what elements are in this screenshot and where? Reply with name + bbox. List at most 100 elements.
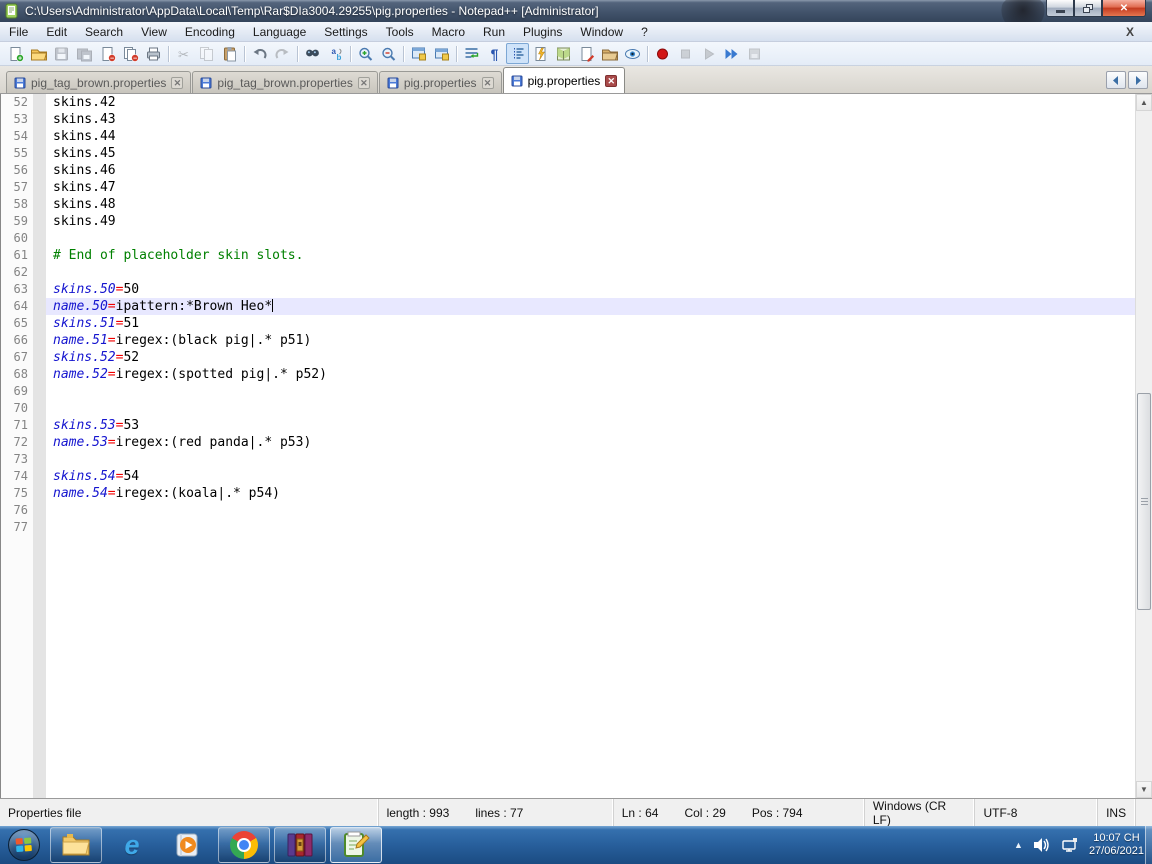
tab-close-icon[interactable]: ✕	[171, 76, 184, 89]
restore-button[interactable]	[1074, 0, 1102, 17]
taskbar-item-internet-explorer[interactable]: e	[106, 827, 158, 863]
taskbar-item-media-player[interactable]	[162, 827, 214, 863]
menu-item-encoding[interactable]: Encoding	[176, 23, 244, 41]
menu-item-macro[interactable]: Macro	[423, 23, 474, 41]
code-line[interactable]: 73	[1, 451, 1135, 468]
scrollbar-track[interactable]	[1136, 111, 1152, 781]
scroll-up-button[interactable]: ▲	[1136, 94, 1152, 111]
zoom-out-button[interactable]	[377, 43, 400, 64]
minimize-button[interactable]	[1046, 0, 1074, 17]
code-line[interactable]: 72 name.53=iregex:(red panda|.* p53)	[1, 434, 1135, 451]
toolbar-separator	[456, 45, 457, 62]
tab-1-pig-tag-brown-properties[interactable]: pig_tag_brown.properties ✕	[6, 71, 192, 93]
doc-switcher-button[interactable]	[575, 43, 598, 64]
code-view[interactable]: 52 skins.42 53 skins.43 54 skins.44 55 skins.45…	[1, 94, 1135, 798]
menu-item-search[interactable]: Search	[76, 23, 132, 41]
menu-item-settings[interactable]: Settings	[315, 23, 376, 41]
code-line[interactable]: 52 skins.42	[1, 94, 1135, 111]
status-encoding[interactable]: UTF-8	[983, 806, 1017, 820]
function-list-button[interactable]	[529, 43, 552, 64]
code-line[interactable]: 67 skins.52=52	[1, 349, 1135, 366]
print-button[interactable]	[142, 43, 165, 64]
menu-item-file[interactable]: File	[0, 23, 37, 41]
close-file-button[interactable]: −	[96, 43, 119, 64]
tab-2-pig-tag-brown-properties[interactable]: pig_tag_brown.properties ✕	[192, 71, 378, 93]
code-line[interactable]: 61 # End of placeholder skin slots.	[1, 247, 1135, 264]
menu-item-window[interactable]: Window	[571, 23, 632, 41]
status-insert-mode[interactable]: INS	[1106, 806, 1126, 820]
menu-item-[interactable]: ?	[632, 23, 657, 41]
doc-map-button[interactable]	[552, 43, 575, 64]
scrollbar-thumb[interactable]	[1137, 393, 1151, 610]
tab-close-icon[interactable]: ✕	[481, 76, 494, 89]
taskbar-clock[interactable]: 10:07 CH 27/06/2021	[1089, 832, 1144, 858]
menu-item-tools[interactable]: Tools	[377, 23, 423, 41]
tab-close-icon[interactable]: ✕	[605, 74, 618, 87]
tab-4-pig-properties[interactable]: pig.properties ✕	[502, 67, 626, 93]
tray-expand-arrow-icon[interactable]: ▲	[1014, 840, 1023, 850]
close-button[interactable]: ✕	[1102, 0, 1146, 17]
code-line[interactable]: 69	[1, 383, 1135, 400]
network-icon[interactable]	[1061, 837, 1079, 853]
code-line[interactable]: 57 skins.47	[1, 179, 1135, 196]
start-button[interactable]	[0, 826, 48, 864]
code-line-current[interactable]: 64 name.50=ipattern:*Brown Heo*	[1, 298, 1135, 315]
menu-item-edit[interactable]: Edit	[37, 23, 76, 41]
undo-button[interactable]	[248, 43, 271, 64]
taskbar-item-winrar[interactable]	[274, 827, 326, 863]
code-line[interactable]: 77	[1, 519, 1135, 536]
zoom-in-button[interactable]	[354, 43, 377, 64]
tab-3-pig-properties[interactable]: pig.properties ✕	[378, 71, 502, 93]
menubar-close-button[interactable]: X	[1126, 25, 1134, 39]
code-line[interactable]: 53 skins.43	[1, 111, 1135, 128]
sync-horizontal-button[interactable]	[430, 43, 453, 64]
new-file-button[interactable]: +	[4, 43, 27, 64]
code-line[interactable]: 66 name.51=iregex:(black pig|.* p51)	[1, 332, 1135, 349]
code-line[interactable]: 56 skins.46	[1, 162, 1135, 179]
show-all-chars-button[interactable]: ¶	[483, 43, 506, 64]
show-indent-guide-button[interactable]	[506, 43, 529, 64]
code-line[interactable]: 68 name.52=iregex:(spotted pig|.* p52)	[1, 366, 1135, 383]
taskbar-item-explorer[interactable]	[50, 827, 102, 863]
code-line[interactable]: 76	[1, 502, 1135, 519]
sync-vertical-button[interactable]	[407, 43, 430, 64]
vertical-scrollbar[interactable]: ▲ ▼	[1135, 94, 1152, 798]
tab-scroll-left-button[interactable]	[1106, 71, 1126, 89]
tab-scroll-right-button[interactable]	[1128, 71, 1148, 89]
code-line[interactable]: 54 skins.44	[1, 128, 1135, 145]
menu-item-plugins[interactable]: Plugins	[514, 23, 571, 41]
show-desktop-button[interactable]	[1145, 826, 1152, 864]
monitoring-button[interactable]	[621, 43, 644, 64]
menu-item-language[interactable]: Language	[244, 23, 315, 41]
fold-margin	[33, 434, 46, 451]
find-button[interactable]	[301, 43, 324, 64]
code-line[interactable]: 70	[1, 400, 1135, 417]
code-line[interactable]: 75 name.54=iregex:(koala|.* p54)	[1, 485, 1135, 502]
code-line[interactable]: 58 skins.48	[1, 196, 1135, 213]
folder-as-workspace-button[interactable]	[598, 43, 621, 64]
tab-scroll-left-icon	[1113, 75, 1118, 85]
word-wrap-button[interactable]	[460, 43, 483, 64]
taskbar-item-notepad-plus-plus[interactable]	[330, 827, 382, 863]
paste-button[interactable]	[218, 43, 241, 64]
code-line[interactable]: 55 skins.45	[1, 145, 1135, 162]
close-all-button[interactable]: −	[119, 43, 142, 64]
replace-button[interactable]: ab	[324, 43, 347, 64]
menu-item-view[interactable]: View	[132, 23, 176, 41]
macro-run-multiple-button[interactable]	[720, 43, 743, 64]
taskbar-item-chrome[interactable]	[218, 827, 270, 863]
menu-item-run[interactable]: Run	[474, 23, 514, 41]
status-eol[interactable]: Windows (CR LF)	[873, 799, 967, 827]
code-line[interactable]: 63 skins.50=50	[1, 281, 1135, 298]
code-line[interactable]: 74 skins.54=54	[1, 468, 1135, 485]
code-line[interactable]: 59 skins.49	[1, 213, 1135, 230]
open-file-button[interactable]	[27, 43, 50, 64]
tab-close-icon[interactable]: ✕	[357, 76, 370, 89]
speaker-icon[interactable]	[1033, 837, 1051, 853]
macro-record-button[interactable]	[651, 43, 674, 64]
code-line[interactable]: 65 skins.51=51	[1, 315, 1135, 332]
code-line[interactable]: 62	[1, 264, 1135, 281]
code-line[interactable]: 60	[1, 230, 1135, 247]
code-line[interactable]: 71 skins.53=53	[1, 417, 1135, 434]
scroll-down-button[interactable]: ▼	[1136, 781, 1152, 798]
